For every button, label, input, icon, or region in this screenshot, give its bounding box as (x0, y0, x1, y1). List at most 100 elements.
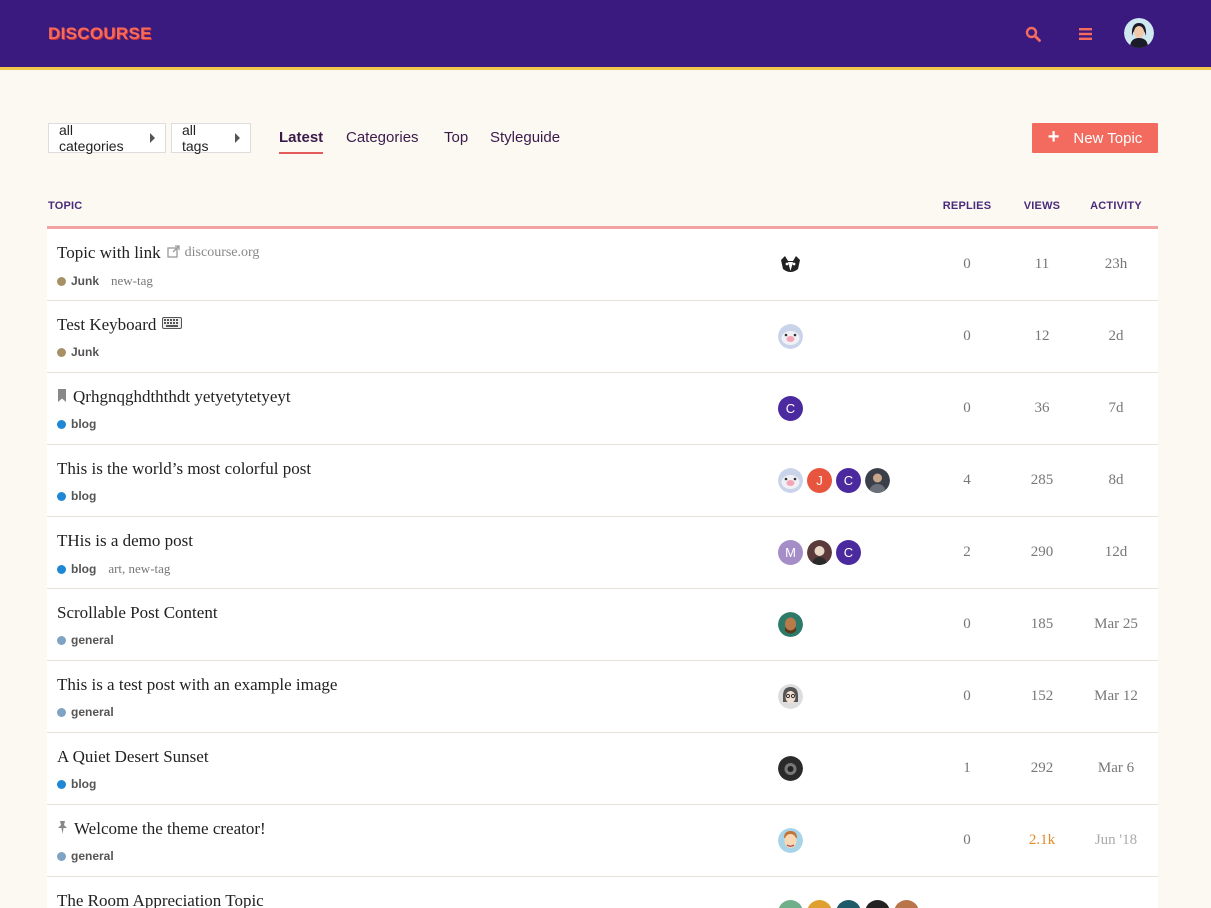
topic-title-link[interactable]: Topic with link discourse.org (57, 243, 259, 263)
activity-time[interactable]: Mar 12 (1084, 688, 1148, 705)
hamburger-menu-icon[interactable] (1073, 22, 1099, 46)
poster-avatar[interactable] (778, 828, 803, 853)
poster-avatar[interactable] (778, 324, 803, 349)
category-badge[interactable]: Junk (57, 345, 99, 359)
posters (778, 756, 807, 781)
topic-title-link[interactable]: A Quiet Desert Sunset (57, 747, 209, 767)
poster-avatar[interactable] (778, 252, 803, 277)
table-row: Test Keyboard Junk 0 12 2d (47, 301, 1158, 373)
reply-count: 0 (963, 328, 971, 344)
category-dot (57, 564, 66, 574)
activity-time[interactable]: Jun '18 (1084, 832, 1148, 849)
topic-domain[interactable]: discourse.org (185, 245, 260, 261)
pin-icon (57, 820, 68, 838)
activity-time[interactable]: 12d (1084, 544, 1148, 561)
search-icon[interactable] (1020, 22, 1046, 46)
topic-title-link[interactable]: The Room Appreciation Topic (57, 891, 264, 908)
category-dot (57, 276, 66, 286)
poster-avatar[interactable] (807, 900, 832, 908)
user-avatar[interactable] (1124, 18, 1154, 48)
poster-avatar[interactable]: C (778, 396, 803, 421)
topic-list: Topic with link discourse.org Junk new-t… (47, 229, 1158, 908)
category-dot (57, 635, 66, 645)
posters: C (778, 396, 807, 421)
topic-title-link[interactable]: This is a test post with an example imag… (57, 675, 337, 695)
column-header-activity[interactable]: ACTIVITY (1084, 200, 1148, 212)
category-dot (57, 347, 66, 357)
topic-title-link[interactable]: THis is a demo post (57, 531, 193, 551)
topic-title-link[interactable]: Scrollable Post Content (57, 603, 218, 623)
category-badge[interactable]: general (57, 633, 114, 647)
poster-avatar[interactable] (778, 612, 803, 637)
category-label: general (71, 633, 114, 647)
categories-dropdown[interactable]: all categories (48, 122, 166, 154)
tags-dropdown[interactable]: all tags (171, 122, 251, 154)
activity-time[interactable]: Mar 6 (1084, 760, 1148, 777)
poster-avatar[interactable]: J (807, 468, 832, 493)
posters (778, 684, 807, 709)
topic-title: Scrollable Post Content (57, 603, 218, 622)
category-label: blog (71, 777, 97, 791)
table-row: This is the world’s most colorful post b… (47, 445, 1158, 517)
site-header: DISCOURSE (0, 0, 1211, 70)
nav-categories[interactable]: Categories (346, 129, 419, 152)
category-label: general (71, 705, 114, 719)
view-count: 285 (1030, 472, 1054, 488)
category-dot (57, 419, 66, 429)
reply-count: 0 (963, 256, 971, 272)
poster-avatar[interactable] (778, 684, 803, 709)
posters (778, 252, 807, 277)
column-header-views[interactable]: VIEWS (1012, 200, 1072, 212)
activity-time[interactable]: 7d (1084, 400, 1148, 417)
topic-title: A Quiet Desert Sunset (57, 747, 209, 766)
poster-avatar[interactable] (778, 468, 803, 493)
bookmark-icon (57, 388, 67, 406)
table-row: Topic with link discourse.org Junk new-t… (47, 229, 1158, 301)
poster-avatar[interactable] (865, 900, 890, 908)
topic-tags[interactable]: art, new-tag (108, 561, 170, 577)
category-badge[interactable]: general (57, 849, 114, 863)
topic-title: Topic with link (57, 243, 161, 262)
category-badge[interactable]: Junk (57, 274, 99, 288)
category-badge[interactable]: blog (57, 777, 96, 791)
category-badge[interactable]: blog (57, 562, 96, 576)
category-badge[interactable]: blog (57, 417, 96, 431)
topic-title-link[interactable]: Welcome the theme creator! (57, 819, 266, 839)
topic-title-link[interactable]: This is the world’s most colorful post (57, 459, 311, 479)
plus-icon: + (1047, 125, 1060, 148)
nav-top[interactable]: Top (444, 129, 468, 152)
poster-avatar[interactable]: C (836, 540, 861, 565)
topic-tags[interactable]: new-tag (111, 273, 153, 289)
nav-styleguide[interactable]: Styleguide (490, 129, 560, 152)
activity-time[interactable]: 8d (1084, 472, 1148, 489)
tags-dropdown-label: all tags (182, 122, 209, 154)
activity-time[interactable]: 23h (1084, 256, 1148, 273)
table-row: Scrollable Post Content general 0 185 Ma… (47, 589, 1158, 661)
poster-avatar[interactable] (894, 900, 919, 908)
nav-latest[interactable]: Latest (279, 129, 324, 154)
poster-avatar[interactable]: C (836, 468, 861, 493)
poster-avatar[interactable] (865, 468, 890, 493)
topic-title-link[interactable]: Test Keyboard (57, 315, 183, 335)
poster-avatar[interactable] (778, 900, 803, 908)
poster-avatar[interactable] (807, 540, 832, 565)
caret-right-icon (235, 133, 240, 143)
site-logo[interactable]: DISCOURSE (48, 24, 152, 44)
table-row: Qrhgnqghdththdt yetyetytetyeyt blog C 0 … (47, 373, 1158, 445)
poster-avatar[interactable]: M (778, 540, 803, 565)
poster-avatar[interactable] (836, 900, 861, 908)
category-badge[interactable]: blog (57, 489, 96, 503)
poster-avatar[interactable] (778, 756, 803, 781)
activity-time[interactable]: 2d (1084, 328, 1148, 345)
new-topic-button[interactable]: + New Topic (1032, 123, 1158, 153)
category-badge[interactable]: general (57, 705, 114, 719)
posters (778, 900, 923, 908)
reply-count: 4 (963, 472, 971, 488)
reply-count: 1 (963, 760, 971, 776)
posters (778, 828, 807, 853)
column-header-replies[interactable]: REPLIES (935, 200, 999, 212)
activity-time[interactable]: Mar 25 (1084, 616, 1148, 633)
topic-title: This is a test post with an example imag… (57, 675, 338, 694)
topic-title-link[interactable]: Qrhgnqghdththdt yetyetytetyeyt (57, 387, 291, 407)
category-dot (57, 491, 66, 501)
